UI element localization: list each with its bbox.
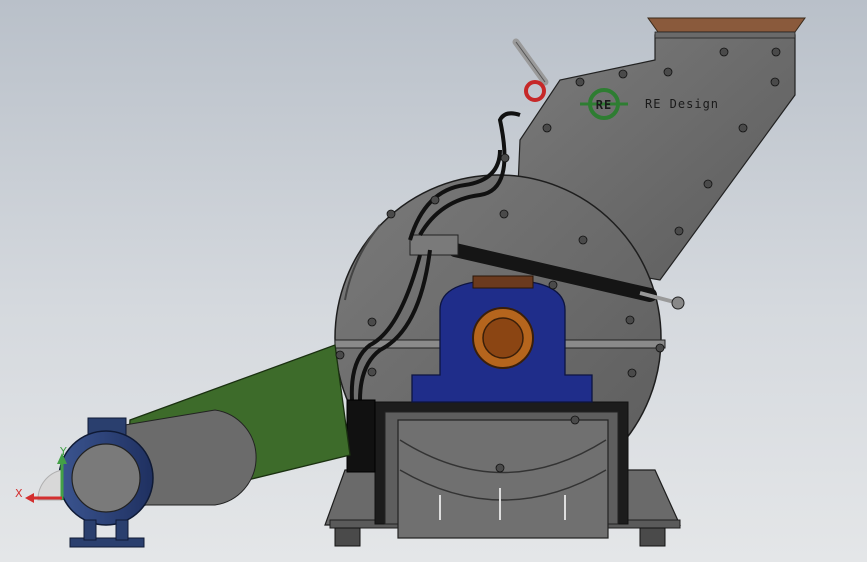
coordinate-triad: Y X <box>15 445 67 503</box>
cad-viewport[interactable]: RE RE Design Y X <box>0 0 867 562</box>
belt-guard[interactable] <box>124 344 351 511</box>
motor-base <box>69 537 145 548</box>
foot-left <box>334 527 361 547</box>
lifting-eye-icon <box>524 80 546 102</box>
foot-right <box>639 527 666 547</box>
lifting-handle[interactable] <box>512 38 549 102</box>
rotor-shaft <box>482 317 524 359</box>
hopper-lip <box>647 17 806 33</box>
hammer-mill-assembly-drawing: RE RE Design Y X <box>15 17 806 548</box>
control-box[interactable] <box>346 399 376 473</box>
y-axis-label: Y <box>59 445 67 458</box>
logo-text: RE Design <box>645 97 719 111</box>
x-axis-label: X <box>15 487 23 500</box>
logo-letters: RE <box>596 98 612 112</box>
